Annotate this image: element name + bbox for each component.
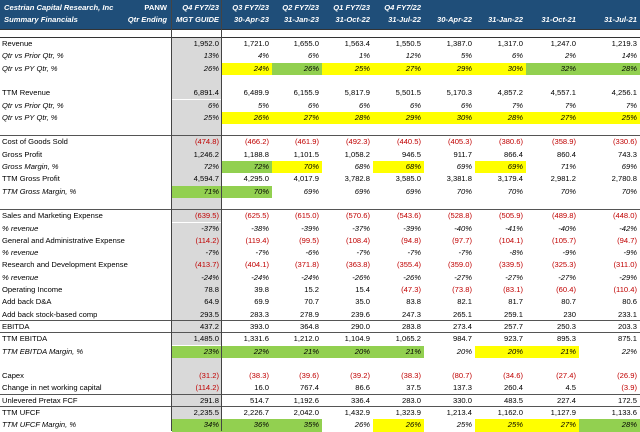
table-cell: 34%: [172, 419, 222, 432]
table-row: Add back stock-based comp 293.5 283.3 278.9…: [0, 308, 640, 321]
table-row: Gross Profit 1,246.2 1,188.8 1,101.5 1,058.2…: [0, 148, 640, 161]
table-row: TTM EBITDA Margin, % 23% 22% 21% 20% 21% 20% 20…: [0, 345, 640, 358]
table-row: Operating Income 78.8 39.8 15.2 15.4 (47.3) (7…: [0, 283, 640, 297]
table-row: TTM EBITDA 1,485.0 1,331.6 1,212.0 1,104.9 1,…: [0, 332, 640, 346]
row-label: TTM UFCF Margin, %: [2, 420, 77, 430]
table-row: [0, 123, 640, 137]
spreadsheet: Cestrian Capital Research, Inc Summary F…: [0, 0, 640, 432]
table-row: Research and Development Expense (413.7)(…: [0, 258, 640, 272]
divider: [0, 29, 640, 30]
header-band: Cestrian Capital Research, Inc Summary F…: [0, 0, 640, 29]
column-header-date: 31-Jul-21: [604, 15, 637, 24]
table-row: TTM Gross Margin, % 71% 70% 69% 69% 69% 70% 70%…: [0, 185, 640, 198]
table-row: Sales and Marketing Expense (639.5) (625.5…: [0, 209, 640, 223]
qtr-ending-label: Qtr Ending: [127, 15, 167, 24]
table-row: Gross Margin, % 72% 72% 70% 68% 68% 69% 69% 71% 6…: [0, 160, 640, 174]
table-cell: 26%: [354, 420, 370, 430]
column-header-period: Q1 FY7/23: [333, 3, 370, 12]
table-row: Cost of Goods Sold (474.8) (466.2) (461.9)(…: [0, 135, 640, 149]
table-row: TTM Revenue 6,891.4 6,489.9 6,155.9 5,817.9 5…: [0, 86, 640, 100]
column-header-period: [579, 3, 640, 15]
table-cell: 26%: [373, 419, 424, 432]
divider: [0, 332, 640, 334]
table-row: Qtr vs Prior Qtr, % 6% 5% 6% 6% 6% 6% 7% 7% 7%: [0, 99, 640, 112]
column-divider: [171, 0, 172, 431]
divider: [0, 209, 640, 211]
column-header-date: 31-Jan-23: [283, 15, 319, 24]
column-divider: [221, 0, 222, 431]
column-header-period: Q3 FY7/23: [232, 3, 269, 12]
table-row: TTM Gross Profit 4,594.7 4,295.0 4,017.9 3,7…: [0, 172, 640, 186]
column-header-date: 31-Oct-22: [335, 15, 370, 24]
table-row: Qtr vs Prior Qtr, % 13% 4% 6% 1% 12% 5% 6% 2% 14%: [0, 49, 640, 63]
table-row: Change in net working capital (114.2) 16.0…: [0, 381, 640, 395]
column-header-date: 30-Apr-23: [233, 15, 269, 24]
table-cell: 25%: [456, 420, 472, 430]
column-header-period: Q2 FY7/23: [282, 3, 319, 12]
table-row: Revenue 1,952.0 1,721.0 1,655.0 1,563.4 1,550…: [0, 37, 640, 51]
ticker: PANW: [144, 3, 167, 12]
table-cell: 36%: [222, 419, 272, 432]
divider: [0, 319, 640, 321]
table-row: General and Administrative Expense (114.2…: [0, 234, 640, 248]
column-header-date: 31-Jul-22: [388, 15, 421, 24]
table-row: Unlevered Pretax FCF 291.8 514.7 1,192.6 336…: [0, 394, 640, 407]
column-header-period: [424, 3, 475, 15]
divider: [0, 37, 640, 38]
divider: [0, 135, 640, 137]
table-row: EBITDA 437.2 393.0 364.8 290.0 283.8 273.4 257.…: [0, 320, 640, 334]
column-header-date: 30-Apr-22: [436, 15, 472, 24]
table-row: % revenue -37% -38% -39% -37% -39% -40% -41% -40…: [0, 222, 640, 235]
table-row: [0, 197, 640, 211]
column-header-period: Q4 FY7/23: [182, 3, 219, 12]
table-cell: 25%: [475, 419, 526, 432]
table-row: [0, 74, 640, 88]
column-header-period: [526, 3, 579, 15]
column-header-date: MGT GUIDE: [175, 15, 219, 24]
table-cell: 28%: [579, 419, 640, 432]
table-row: Qtr vs PY Qtr, % 25% 26% 27% 28% 29% 30% 28% 27%…: [0, 111, 640, 125]
table-row: Qtr vs PY Qtr, % 26% 24% 26% 25% 27% 29% 30% 32%…: [0, 62, 640, 75]
table-row: TTM UFCF 2,235.5 2,226.7 2,042.0 1,432.9 1,32…: [0, 406, 640, 420]
column-header-date: 31-Jan-22: [487, 15, 523, 24]
column-header-date: 31-Oct-21: [541, 15, 576, 24]
table-row: % revenue -7% -7% -6% -7% -7% -7% -8% -9% -9%: [0, 246, 640, 260]
column-header-period: [475, 3, 526, 15]
table-row: [0, 357, 640, 371]
table-row: Capex (31.2) (38.3) (39.6) (39.2) (38.3) (80.7…: [0, 369, 640, 383]
column-header-period: Q4 FY7/22: [384, 3, 421, 12]
table-row: TTM UFCF Margin, % 34% 36% 35% 26% 26% 25% 25% 2…: [0, 418, 640, 432]
table-row: % revenue -24% -24% -24% -26% -26% -27% -27% -27…: [0, 271, 640, 284]
table-row: Add back D&A 64.9 69.9 70.7 35.0 83.8 82.1 81.7…: [0, 295, 640, 309]
divider: [0, 406, 640, 407]
table-cell: 35%: [272, 419, 322, 432]
table-cell: 27%: [526, 419, 579, 432]
divider: [0, 393, 640, 395]
